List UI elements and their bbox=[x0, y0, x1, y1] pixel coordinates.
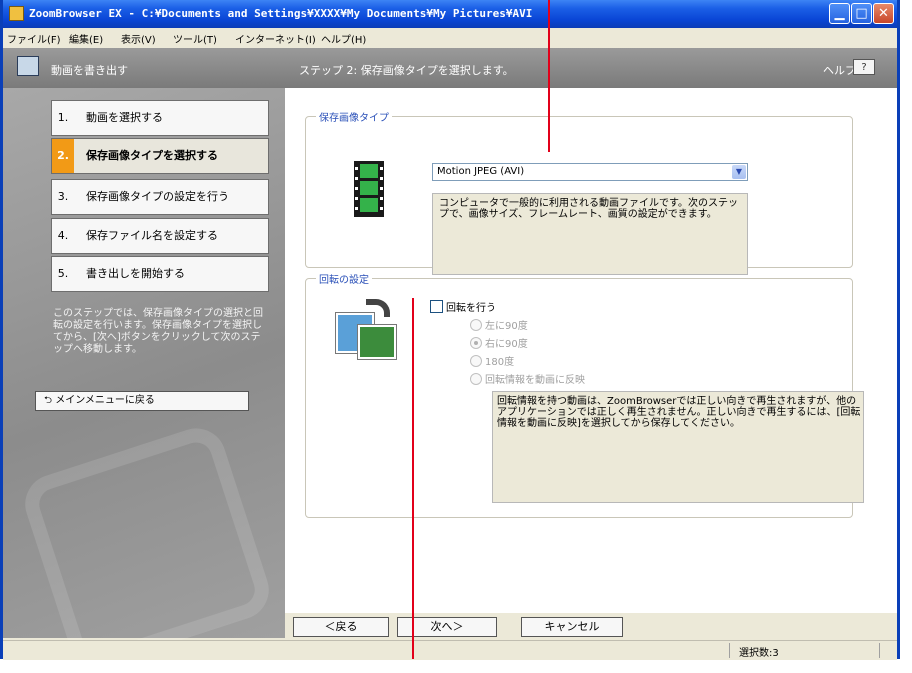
app-window: ZoomBrowser EX - C:¥Documents and Settin… bbox=[0, 0, 900, 673]
save-type-group: 保存画像タイプ Motion JPEG (AVI) ▼ コンピュータで一般的に利… bbox=[305, 109, 853, 275]
step-label: 書き出しを開始する bbox=[86, 267, 185, 280]
menu-file[interactable]: ファイル(F) bbox=[7, 31, 61, 46]
steps-panel: 1. 動画を選択する 2. 保存画像タイプを選択する 3. 保存画像タイプの設定… bbox=[3, 88, 285, 673]
callout-line-save-type bbox=[548, 0, 550, 152]
step-label: 保存ファイル名を設定する bbox=[86, 229, 218, 242]
step-4-file-name[interactable]: 4. 保存ファイル名を設定する bbox=[51, 218, 269, 254]
menu-internet[interactable]: インターネット(I) bbox=[235, 31, 316, 46]
step-label: 保存画像タイプの設定を行う bbox=[86, 190, 229, 203]
radio-rotate-left-90[interactable]: 左に90度 bbox=[470, 317, 528, 332]
save-type-group-label: 保存画像タイプ bbox=[316, 109, 392, 124]
step-5-start-export[interactable]: 5. 書き出しを開始する bbox=[51, 256, 269, 292]
close-button[interactable]: ✕ bbox=[873, 3, 894, 24]
radio-apply-rotation-info[interactable]: 回転情報を動画に反映 bbox=[470, 371, 585, 386]
app-icon bbox=[9, 6, 24, 21]
menu-tools[interactable]: ツール(T) bbox=[173, 31, 217, 46]
save-type-value: Motion JPEG (AVI) bbox=[437, 166, 525, 177]
radio-rotate-180[interactable]: 180度 bbox=[470, 353, 514, 368]
window-title: ZoomBrowser EX - C:¥Documents and Settin… bbox=[29, 7, 533, 20]
status-bar: 選択数:3 bbox=[3, 640, 897, 660]
rotation-group: 回転の設定 回転を行う 左に90度 右に90度 180度 回転情報を動画に反映 … bbox=[305, 271, 864, 518]
movie-film-icon bbox=[354, 161, 384, 217]
save-type-select[interactable]: Motion JPEG (AVI) ▼ bbox=[432, 163, 748, 181]
decorative-background-shape bbox=[17, 420, 277, 673]
back-button[interactable]: ＜戻る bbox=[293, 617, 389, 637]
rotate-checkbox-label: 回転を行う bbox=[446, 303, 496, 314]
rotation-group-label: 回転の設定 bbox=[316, 271, 372, 286]
rotation-description: 回転情報を持つ動画は、ZoomBrowserでは正しい向きで再生されますが、他の… bbox=[492, 391, 864, 503]
callout-line-rotate bbox=[412, 298, 414, 659]
wizard-title: 動画を書き出す bbox=[51, 64, 128, 77]
rotate-image-icon bbox=[336, 299, 398, 361]
checkbox-box[interactable] bbox=[430, 300, 443, 313]
menu-edit[interactable]: 編集(E) bbox=[69, 31, 103, 46]
step-1-select-movie[interactable]: 1. 動画を選択する bbox=[51, 100, 269, 136]
maximize-button[interactable]: □ bbox=[851, 3, 872, 24]
step-label: 動画を選択する bbox=[86, 111, 163, 124]
minimize-button[interactable]: ▁ bbox=[829, 3, 850, 24]
title-bar[interactable]: ZoomBrowser EX - C:¥Documents and Settin… bbox=[3, 0, 897, 28]
step-number: 3. bbox=[57, 190, 69, 203]
close-icon: ✕ bbox=[878, 6, 889, 21]
help-button[interactable]: ? bbox=[853, 59, 875, 75]
return-arrow-icon: ⮌ bbox=[44, 395, 56, 406]
menu-bar: ファイル(F) 編集(E) 表示(V) ツール(T) インターネット(I) ヘル… bbox=[3, 28, 897, 48]
step-instruction: ステップ 2: 保存画像タイプを選択します。 bbox=[299, 64, 514, 77]
step-number: 5. bbox=[57, 267, 69, 280]
radio-rotate-right-90[interactable]: 右に90度 bbox=[470, 335, 528, 350]
step-number: 1. bbox=[57, 111, 69, 124]
menu-view[interactable]: 表示(V) bbox=[121, 31, 156, 46]
minimize-icon: ▁ bbox=[834, 6, 845, 21]
help-label: ヘルプ bbox=[823, 64, 856, 77]
main-content: 保存画像タイプ Motion JPEG (AVI) ▼ コンピュータで一般的に利… bbox=[285, 88, 897, 637]
cancel-button[interactable]: キャンセル bbox=[521, 617, 623, 637]
step-2-select-save-type[interactable]: 2. 保存画像タイプを選択する bbox=[51, 138, 269, 174]
step-number: 2. bbox=[52, 139, 74, 173]
chevron-down-icon[interactable]: ▼ bbox=[732, 165, 746, 179]
wizard-header: 動画を書き出す ステップ 2: 保存画像タイプを選択します。 ヘルプ ? bbox=[3, 48, 897, 88]
step-label: 保存画像タイプを選択する bbox=[86, 149, 218, 162]
step-description: このステップでは、保存画像タイプの選択と回転の設定を行います。保存画像タイプを選… bbox=[53, 308, 263, 355]
rotate-checkbox[interactable]: 回転を行う bbox=[430, 299, 496, 314]
back-to-main-menu-button[interactable]: ⮌ メインメニューに戻る bbox=[35, 391, 249, 411]
selection-count: 選択数:3 bbox=[739, 648, 779, 659]
step-3-save-type-settings[interactable]: 3. 保存画像タイプの設定を行う bbox=[51, 179, 269, 215]
save-type-description: コンピュータで一般的に利用される動画ファイルです。次のステップで、画像サイズ、フ… bbox=[432, 193, 748, 275]
menu-help[interactable]: ヘルプ(H) bbox=[321, 31, 366, 46]
maximize-icon: □ bbox=[855, 6, 868, 21]
export-movie-icon bbox=[17, 56, 39, 76]
step-number: 4. bbox=[57, 229, 69, 242]
main-menu-label: メインメニューに戻る bbox=[55, 395, 155, 406]
